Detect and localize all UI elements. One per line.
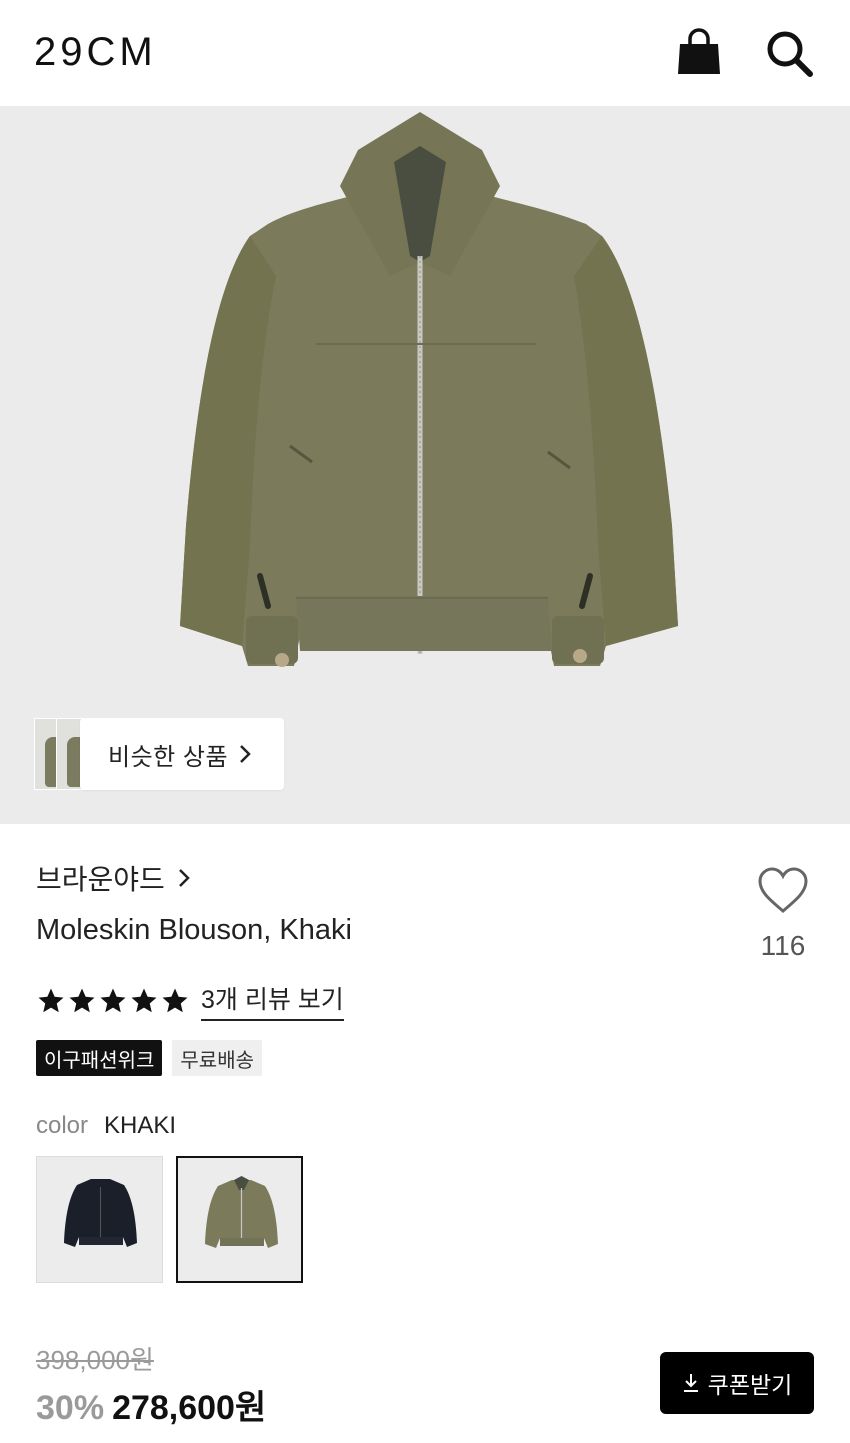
original-price: 398,000원	[36, 1345, 154, 1375]
product-title: Moleskin Blouson, Khaki	[36, 914, 352, 946]
star-icon	[131, 988, 157, 1012]
star-icon	[162, 988, 188, 1012]
sale-price: 278,600원	[112, 1389, 267, 1427]
star-icon	[69, 988, 95, 1012]
review-link[interactable]: 3개 리뷰 보기	[201, 980, 344, 1021]
color-swatches	[36, 1156, 316, 1283]
search-icon[interactable]	[764, 28, 814, 78]
brand-link[interactable]: 브라운야드	[36, 858, 191, 898]
heart-icon[interactable]	[756, 866, 810, 916]
brand-name: 브라운야드	[36, 864, 165, 895]
jacket-illustration	[180, 112, 678, 667]
discount-rate: 30%	[36, 1389, 105, 1427]
star-icon	[38, 988, 64, 1012]
color-value: KHAKI	[104, 1112, 177, 1139]
star-rating	[36, 986, 191, 1016]
similar-products-pill[interactable]: 비슷한 상품	[80, 718, 284, 790]
coupon-button[interactable]: 쿠폰받기	[660, 1352, 814, 1414]
swatch-khaki[interactable]	[176, 1156, 303, 1283]
khaki-jacket-thumb	[205, 1176, 278, 1248]
navy-jacket-thumb	[64, 1179, 137, 1247]
color-selector-label: color KHAKI	[36, 1112, 176, 1140]
free-shipping-tag: 무료배송	[172, 1040, 263, 1076]
shopping-bag-icon[interactable]	[676, 28, 722, 76]
coupon-label: 쿠폰받기	[707, 1372, 793, 1398]
swatch-navy[interactable]	[36, 1156, 163, 1283]
like-count: 116	[760, 930, 806, 961]
rating-row: 3개 리뷰 보기	[36, 980, 344, 1021]
download-icon	[683, 1374, 698, 1392]
price-row: 30% 278,600원	[36, 1380, 266, 1429]
chevron-right-icon	[178, 869, 190, 887]
chevron-right-icon	[240, 745, 251, 763]
tag-list: 이구패션위크 무료배송	[36, 1040, 272, 1076]
product-image[interactable]: 비슷한 상품	[0, 106, 850, 824]
header: 29CM	[0, 0, 850, 106]
color-label: color	[36, 1112, 89, 1139]
similar-products-label: 비슷한 상품	[108, 743, 229, 771]
brand-logo[interactable]: 29CM	[34, 30, 157, 75]
event-tag: 이구패션위크	[36, 1040, 163, 1076]
star-icon	[100, 988, 126, 1012]
